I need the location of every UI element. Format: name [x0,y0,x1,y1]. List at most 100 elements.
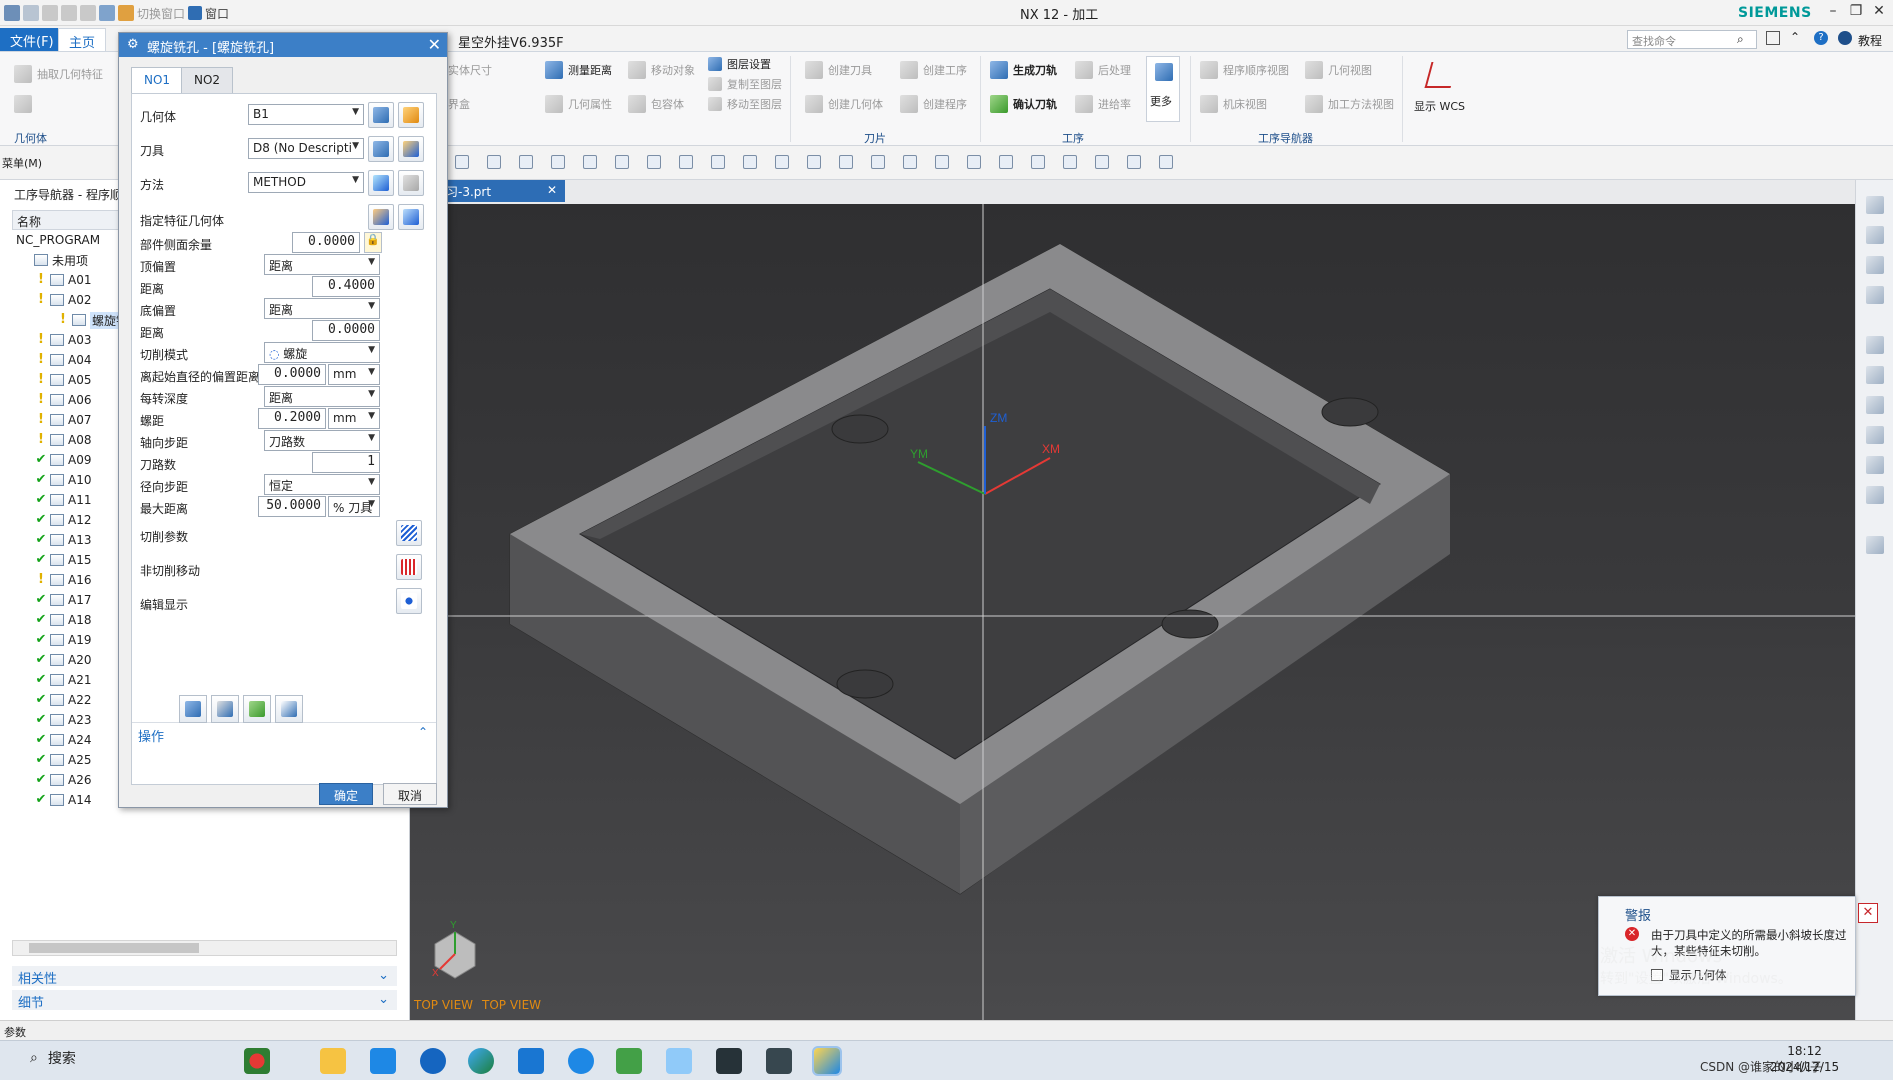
top-distance-input[interactable]: 0.4000 [312,276,380,297]
axis-icon[interactable] [807,155,821,169]
menu-button[interactable]: 菜单(M) [2,155,42,171]
help-icon[interactable]: ? [1814,31,1828,45]
store-icon[interactable] [370,1048,396,1074]
rectangle-icon[interactable] [615,155,629,169]
generate-toolpath-button[interactable]: 生成刀轨 [990,60,1057,80]
view-icon[interactable] [647,155,661,169]
edit-tool-button[interactable] [398,136,424,162]
operations-section-header[interactable]: 操作 ⌃ [132,722,436,745]
paste-icon[interactable] [80,5,96,21]
pan-icon[interactable] [999,155,1013,169]
depth-per-rev-select[interactable]: 距离 ▼ [264,386,380,407]
constraint-navigator-icon[interactable] [1866,226,1884,244]
edit-method-button[interactable] [398,170,424,196]
solid-size-button[interactable]: 实体尺寸 [448,60,492,80]
create-tool-button[interactable]: 创建刀具 [805,60,872,80]
rotate-icon[interactable] [967,155,981,169]
feishu-icon[interactable] [420,1048,446,1074]
part-navigator-icon[interactable] [1866,256,1884,274]
create-operation-button[interactable]: 创建工序 [900,60,967,80]
tab-no1[interactable]: NO1 [131,67,184,93]
search-icon[interactable]: ⌕ [1737,32,1744,47]
browser-icon[interactable] [568,1048,594,1074]
fit-window-icon[interactable] [1766,31,1780,45]
machine-tool-navigator-icon[interactable] [1866,366,1884,384]
verify-toolpath-button[interactable]: 确认刀轨 [990,94,1057,114]
sheet-tool-button[interactable] [14,94,32,114]
geometry-view-button[interactable]: 几何视图 [1305,60,1372,80]
max-distance-input[interactable]: 50.0000 [258,496,326,517]
specify-feature-geometry-button[interactable] [368,204,394,230]
machining-feature-navigator-icon[interactable] [1866,396,1884,414]
max-distance-unit-select[interactable]: % 刀具 ▼ [328,496,380,517]
security-icon[interactable] [716,1048,742,1074]
verify-button[interactable] [243,695,271,723]
feed-rate-button[interactable]: 进给率 [1075,94,1131,114]
undo-icon[interactable] [23,5,39,21]
close-button[interactable]: ✕ [1868,3,1890,23]
machine-view-button[interactable]: 机床视图 [1200,94,1267,114]
system-materials-icon[interactable] [1866,456,1884,474]
num-passes-input[interactable]: 1 [312,452,380,473]
layer-settings-button[interactable]: 图层设置 [708,54,771,74]
bottom-offset-select[interactable]: 距离 ▼ [264,298,380,319]
assembly-navigator-icon[interactable] [1866,196,1884,214]
axial-step-select[interactable]: 刀路数 ▼ [264,430,380,451]
nx-app-icon[interactable] [812,1046,842,1076]
touch-mode-icon[interactable] [118,5,134,21]
tool-select[interactable]: D8 (No Descripti ▼ [248,138,364,159]
dependencies-panel[interactable]: 相关性 ⌄ [12,966,397,987]
non-cut-moves-button[interactable] [396,554,422,580]
lock-icon[interactable]: 🔒 [364,232,382,253]
zoom-icon[interactable] [935,155,949,169]
music-icon[interactable] [616,1048,642,1074]
display-feature-button[interactable] [398,204,424,230]
render-icon[interactable] [1031,155,1045,169]
process-studio-icon[interactable] [1866,486,1884,504]
filter-icon[interactable] [711,155,725,169]
select-icon[interactable] [455,155,469,169]
more-button[interactable]: 更多 [1146,56,1180,122]
alert-close-button[interactable]: ✕ [1858,903,1878,923]
start-offset-unit-select[interactable]: mm ▼ [328,364,380,385]
post-process-button[interactable]: 后处理 [1075,60,1131,80]
plane-icon[interactable] [775,155,789,169]
move-to-layer-button[interactable]: 移动至图层 [708,94,782,114]
mail-icon[interactable] [518,1048,544,1074]
replay-button[interactable] [211,695,239,723]
repeat-command-icon[interactable] [99,5,115,21]
create-geometry-button[interactable]: 创建几何体 [805,94,883,114]
geometry-select[interactable]: B1 ▼ [248,104,364,125]
cut-mode-select[interactable]: ◌ 螺旋 ▼ [264,342,380,363]
navigator-scrollbar[interactable] [12,940,397,956]
minimize-button[interactable]: – [1822,3,1844,23]
edit-display-button[interactable] [396,588,422,614]
history-icon[interactable] [1866,426,1884,444]
point-icon[interactable] [519,155,533,169]
edit-geometry-button[interactable] [398,102,424,128]
cut-icon[interactable] [42,5,58,21]
switch-window-button[interactable]: 切换窗口 [137,5,185,22]
extract-geometry-button[interactable]: 抽取几何特征 [14,64,103,84]
new-tool-button[interactable] [368,136,394,162]
cancel-button[interactable]: 取消 [383,783,437,805]
measure-icon[interactable] [871,155,885,169]
collapse-ribbon-icon[interactable]: ⌃ [1790,30,1800,44]
snap-icon[interactable] [487,155,501,169]
circle-icon[interactable] [583,155,597,169]
notes-icon[interactable] [666,1048,692,1074]
file-explorer-icon[interactable] [320,1048,346,1074]
copy-icon[interactable] [61,5,77,21]
new-geometry-button[interactable] [368,102,394,128]
taskbar-search[interactable]: ⌕ 搜索 [30,1048,76,1068]
ok-button[interactable]: 确定 [319,783,373,805]
video-icon[interactable] [766,1048,792,1074]
reuse-library-icon[interactable] [1866,286,1884,304]
side-stock-input[interactable]: 0.0000 [292,232,360,253]
show-wcs-button[interactable]: 显示 WCS [1412,58,1468,124]
pitch-input[interactable]: 0.2000 [258,408,326,429]
edge-icon[interactable] [468,1048,494,1074]
program-order-view-button[interactable]: 程序顺序视图 [1200,60,1289,80]
new-method-button[interactable] [368,170,394,196]
line-icon[interactable] [551,155,565,169]
